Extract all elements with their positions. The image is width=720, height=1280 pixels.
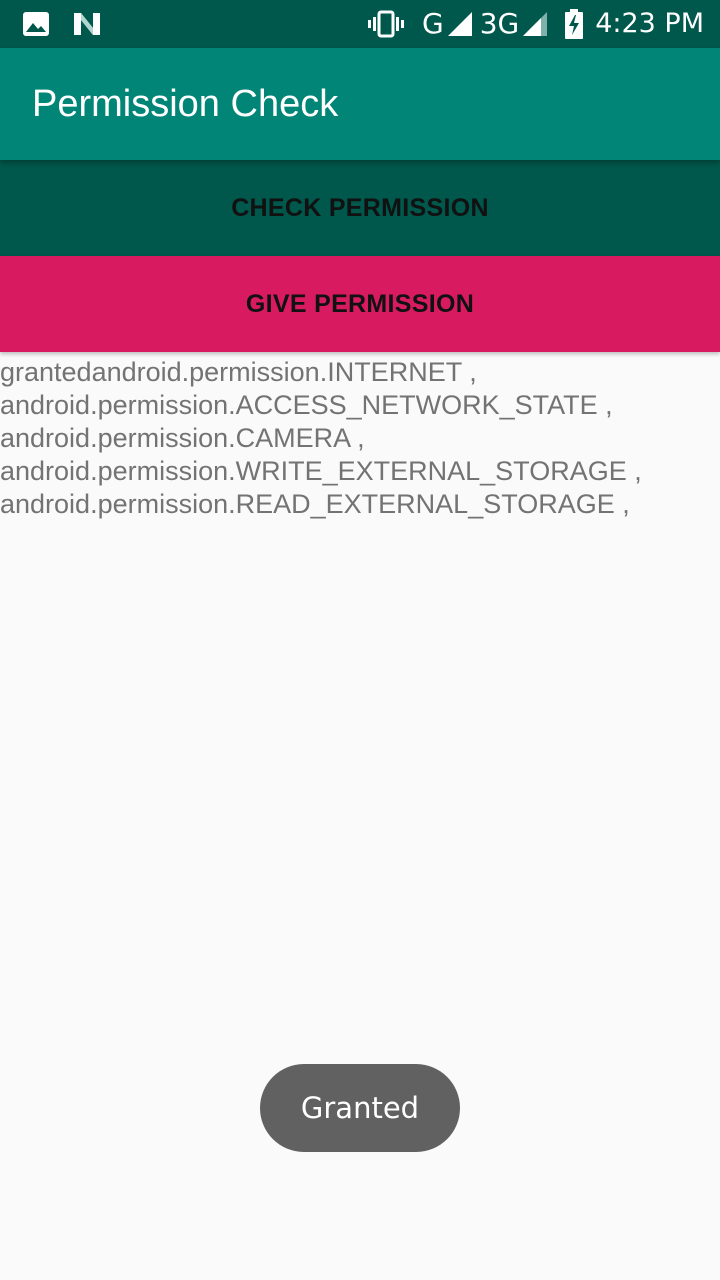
vibrate-icon <box>367 10 404 38</box>
permission-list-text: grantedandroid.permission.INTERNET , and… <box>0 356 716 521</box>
battery-charging-icon <box>565 9 584 39</box>
give-permission-label: GIVE PERMISSION <box>245 289 475 318</box>
permission-line: grantedandroid.permission.INTERNET , <box>0 357 477 387</box>
signal-3g-icon <box>521 10 549 38</box>
signal-g-icon <box>446 10 474 38</box>
image-icon <box>22 11 50 37</box>
status-right-icons: G 3G 4:23 PM <box>367 7 704 40</box>
signal-g-label: G <box>421 7 444 40</box>
n-notification-icon <box>72 11 102 37</box>
app-title: Permission Check <box>32 83 339 125</box>
permission-line: android.permission.CAMERA , <box>0 423 365 453</box>
give-permission-button[interactable]: GIVE PERMISSION <box>0 256 720 352</box>
status-left-icons <box>22 10 102 38</box>
permission-line: android.permission.WRITE_EXTERNAL_STORAG… <box>0 456 642 486</box>
toast-text: Granted <box>300 1091 420 1125</box>
check-permission-label: CHECK PERMISSION <box>231 193 489 222</box>
app-bar: Permission Check <box>0 48 720 160</box>
status-bar: G 3G 4:23 PM <box>0 0 720 48</box>
permission-line: android.permission.READ_EXTERNAL_STORAGE… <box>0 489 630 519</box>
signal-3g-label: 3G <box>479 7 520 40</box>
toast-message: Granted <box>260 1064 460 1152</box>
permission-line: android.permission.ACCESS_NETWORK_STATE … <box>0 390 613 420</box>
check-permission-button[interactable]: CHECK PERMISSION <box>0 160 720 256</box>
status-time: 4:23 PM <box>595 8 704 39</box>
